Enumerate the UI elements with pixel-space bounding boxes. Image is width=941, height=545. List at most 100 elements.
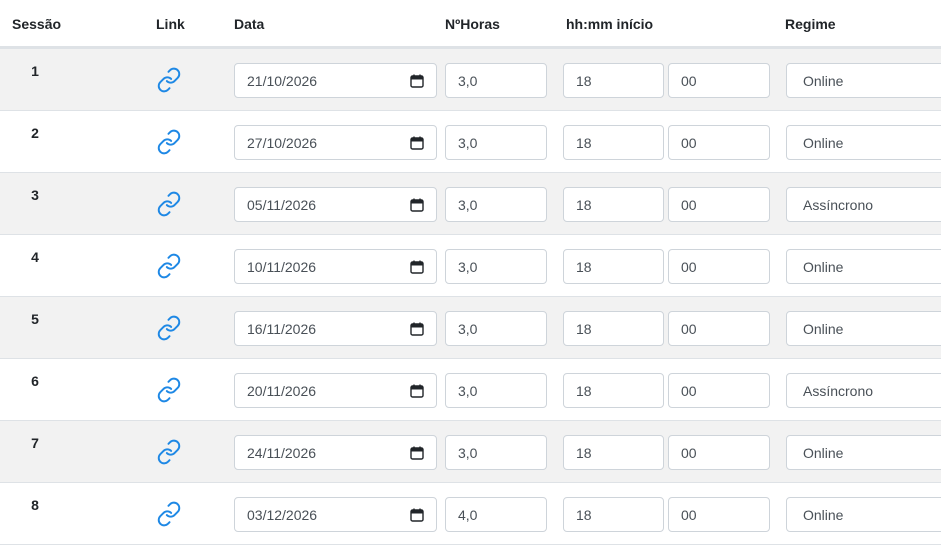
sessions-table: Sessão Link Data NºHoras hh:mm início Re… bbox=[0, 0, 941, 545]
start-minute-input[interactable]: 00 bbox=[668, 249, 770, 284]
header-data: Data bbox=[234, 16, 265, 32]
hours-input[interactable]: 3,0 bbox=[445, 373, 547, 408]
hours-input[interactable]: 3,0 bbox=[445, 187, 547, 222]
regime-select[interactable]: Online bbox=[786, 311, 941, 346]
calendar-icon[interactable] bbox=[410, 74, 424, 88]
start-hour-input[interactable]: 18 bbox=[563, 497, 664, 532]
header-regime: Regime bbox=[785, 16, 836, 32]
calendar-icon[interactable] bbox=[410, 384, 424, 398]
link-chain-icon[interactable] bbox=[156, 191, 182, 217]
date-value: 27/10/2026 bbox=[247, 134, 318, 151]
regime-select[interactable]: Online bbox=[786, 435, 941, 470]
date-input[interactable]: 27/10/2026 bbox=[234, 125, 437, 160]
hours-value: 4,0 bbox=[458, 506, 478, 523]
calendar-icon[interactable] bbox=[410, 136, 424, 150]
date-value: 10/11/2026 bbox=[247, 258, 317, 275]
regime-select[interactable]: Assíncrono bbox=[786, 187, 941, 222]
start-hour-input[interactable]: 18 bbox=[563, 249, 664, 284]
start-hour-input[interactable]: 18 bbox=[563, 311, 664, 346]
start-hour-value: 18 bbox=[576, 506, 592, 523]
start-minute-input[interactable]: 00 bbox=[668, 435, 770, 470]
hours-input[interactable]: 3,0 bbox=[445, 435, 547, 470]
start-hour-input[interactable]: 18 bbox=[563, 187, 664, 222]
table-row: 7 24/11/2026 3,0 18 00 Online bbox=[0, 421, 941, 483]
date-input[interactable]: 16/11/2026 bbox=[234, 311, 437, 346]
table-row: 3 05/11/2026 3,0 18 00 Assíncrono bbox=[0, 173, 941, 235]
start-hour-value: 18 bbox=[576, 196, 592, 213]
date-value: 20/11/2026 bbox=[247, 382, 317, 399]
link-chain-icon[interactable] bbox=[156, 377, 182, 403]
hours-value: 3,0 bbox=[458, 382, 478, 399]
regime-value: Online bbox=[803, 320, 844, 337]
link-chain-icon[interactable] bbox=[156, 315, 182, 341]
hours-input[interactable]: 3,0 bbox=[445, 249, 547, 284]
regime-value: Online bbox=[803, 134, 844, 151]
start-hour-value: 18 bbox=[576, 320, 592, 337]
date-value: 24/11/2026 bbox=[247, 444, 317, 461]
start-hour-input[interactable]: 18 bbox=[563, 373, 664, 408]
start-minute-input[interactable]: 00 bbox=[668, 311, 770, 346]
regime-value: Online bbox=[803, 444, 844, 461]
table-header: Sessão Link Data NºHoras hh:mm início Re… bbox=[0, 0, 941, 49]
hours-value: 3,0 bbox=[458, 72, 478, 89]
hours-value: 3,0 bbox=[458, 258, 478, 275]
start-hour-input[interactable]: 18 bbox=[563, 125, 664, 160]
hours-input[interactable]: 4,0 bbox=[445, 497, 547, 532]
regime-select[interactable]: Online bbox=[786, 63, 941, 98]
calendar-icon[interactable] bbox=[410, 446, 424, 460]
session-number: 5 bbox=[31, 311, 39, 327]
calendar-icon[interactable] bbox=[410, 322, 424, 336]
regime-select[interactable]: Online bbox=[786, 125, 941, 160]
date-input[interactable]: 03/12/2026 bbox=[234, 497, 437, 532]
date-input[interactable]: 10/11/2026 bbox=[234, 249, 437, 284]
table-row: 6 20/11/2026 3,0 18 00 Assíncrono bbox=[0, 359, 941, 421]
link-chain-icon[interactable] bbox=[156, 253, 182, 279]
start-minute-input[interactable]: 00 bbox=[668, 187, 770, 222]
calendar-icon[interactable] bbox=[410, 260, 424, 274]
start-hour-value: 18 bbox=[576, 72, 592, 89]
hours-value: 3,0 bbox=[458, 196, 478, 213]
session-number: 8 bbox=[31, 497, 39, 513]
regime-select[interactable]: Assíncrono bbox=[786, 373, 941, 408]
start-hour-value: 18 bbox=[576, 444, 592, 461]
regime-select[interactable]: Online bbox=[786, 249, 941, 284]
date-input[interactable]: 05/11/2026 bbox=[234, 187, 437, 222]
calendar-icon[interactable] bbox=[410, 508, 424, 522]
calendar-icon[interactable] bbox=[410, 198, 424, 212]
date-input[interactable]: 24/11/2026 bbox=[234, 435, 437, 470]
hours-value: 3,0 bbox=[458, 134, 478, 151]
table-row: 2 27/10/2026 3,0 18 00 Online bbox=[0, 111, 941, 173]
date-value: 03/12/2026 bbox=[247, 506, 318, 523]
regime-value: Online bbox=[803, 72, 844, 89]
start-hour-input[interactable]: 18 bbox=[563, 63, 664, 98]
start-minute-input[interactable]: 00 bbox=[668, 373, 770, 408]
session-number: 1 bbox=[31, 63, 39, 79]
session-number: 2 bbox=[31, 125, 39, 141]
date-input[interactable]: 21/10/2026 bbox=[234, 63, 437, 98]
session-number: 6 bbox=[31, 373, 39, 389]
hours-input[interactable]: 3,0 bbox=[445, 311, 547, 346]
start-minute-input[interactable]: 00 bbox=[668, 63, 770, 98]
link-chain-icon[interactable] bbox=[156, 501, 182, 527]
regime-select[interactable]: Online bbox=[786, 497, 941, 532]
link-chain-icon[interactable] bbox=[156, 129, 182, 155]
table-row: 8 03/12/2026 4,0 18 00 Online bbox=[0, 483, 941, 545]
start-hour-input[interactable]: 18 bbox=[563, 435, 664, 470]
hours-value: 3,0 bbox=[458, 320, 478, 337]
hours-value: 3,0 bbox=[458, 444, 478, 461]
hours-input[interactable]: 3,0 bbox=[445, 125, 547, 160]
link-chain-icon[interactable] bbox=[156, 67, 182, 93]
start-minute-value: 00 bbox=[681, 196, 697, 213]
date-input[interactable]: 20/11/2026 bbox=[234, 373, 437, 408]
start-minute-value: 00 bbox=[681, 134, 697, 151]
link-chain-icon[interactable] bbox=[156, 439, 182, 465]
start-minute-value: 00 bbox=[681, 382, 697, 399]
start-minute-input[interactable]: 00 bbox=[668, 497, 770, 532]
session-number: 3 bbox=[31, 187, 39, 203]
start-minute-input[interactable]: 00 bbox=[668, 125, 770, 160]
hours-input[interactable]: 3,0 bbox=[445, 63, 547, 98]
date-value: 21/10/2026 bbox=[247, 72, 318, 89]
start-minute-value: 00 bbox=[681, 506, 697, 523]
regime-value: Online bbox=[803, 506, 844, 523]
table-row: 4 10/11/2026 3,0 18 00 Online bbox=[0, 235, 941, 297]
